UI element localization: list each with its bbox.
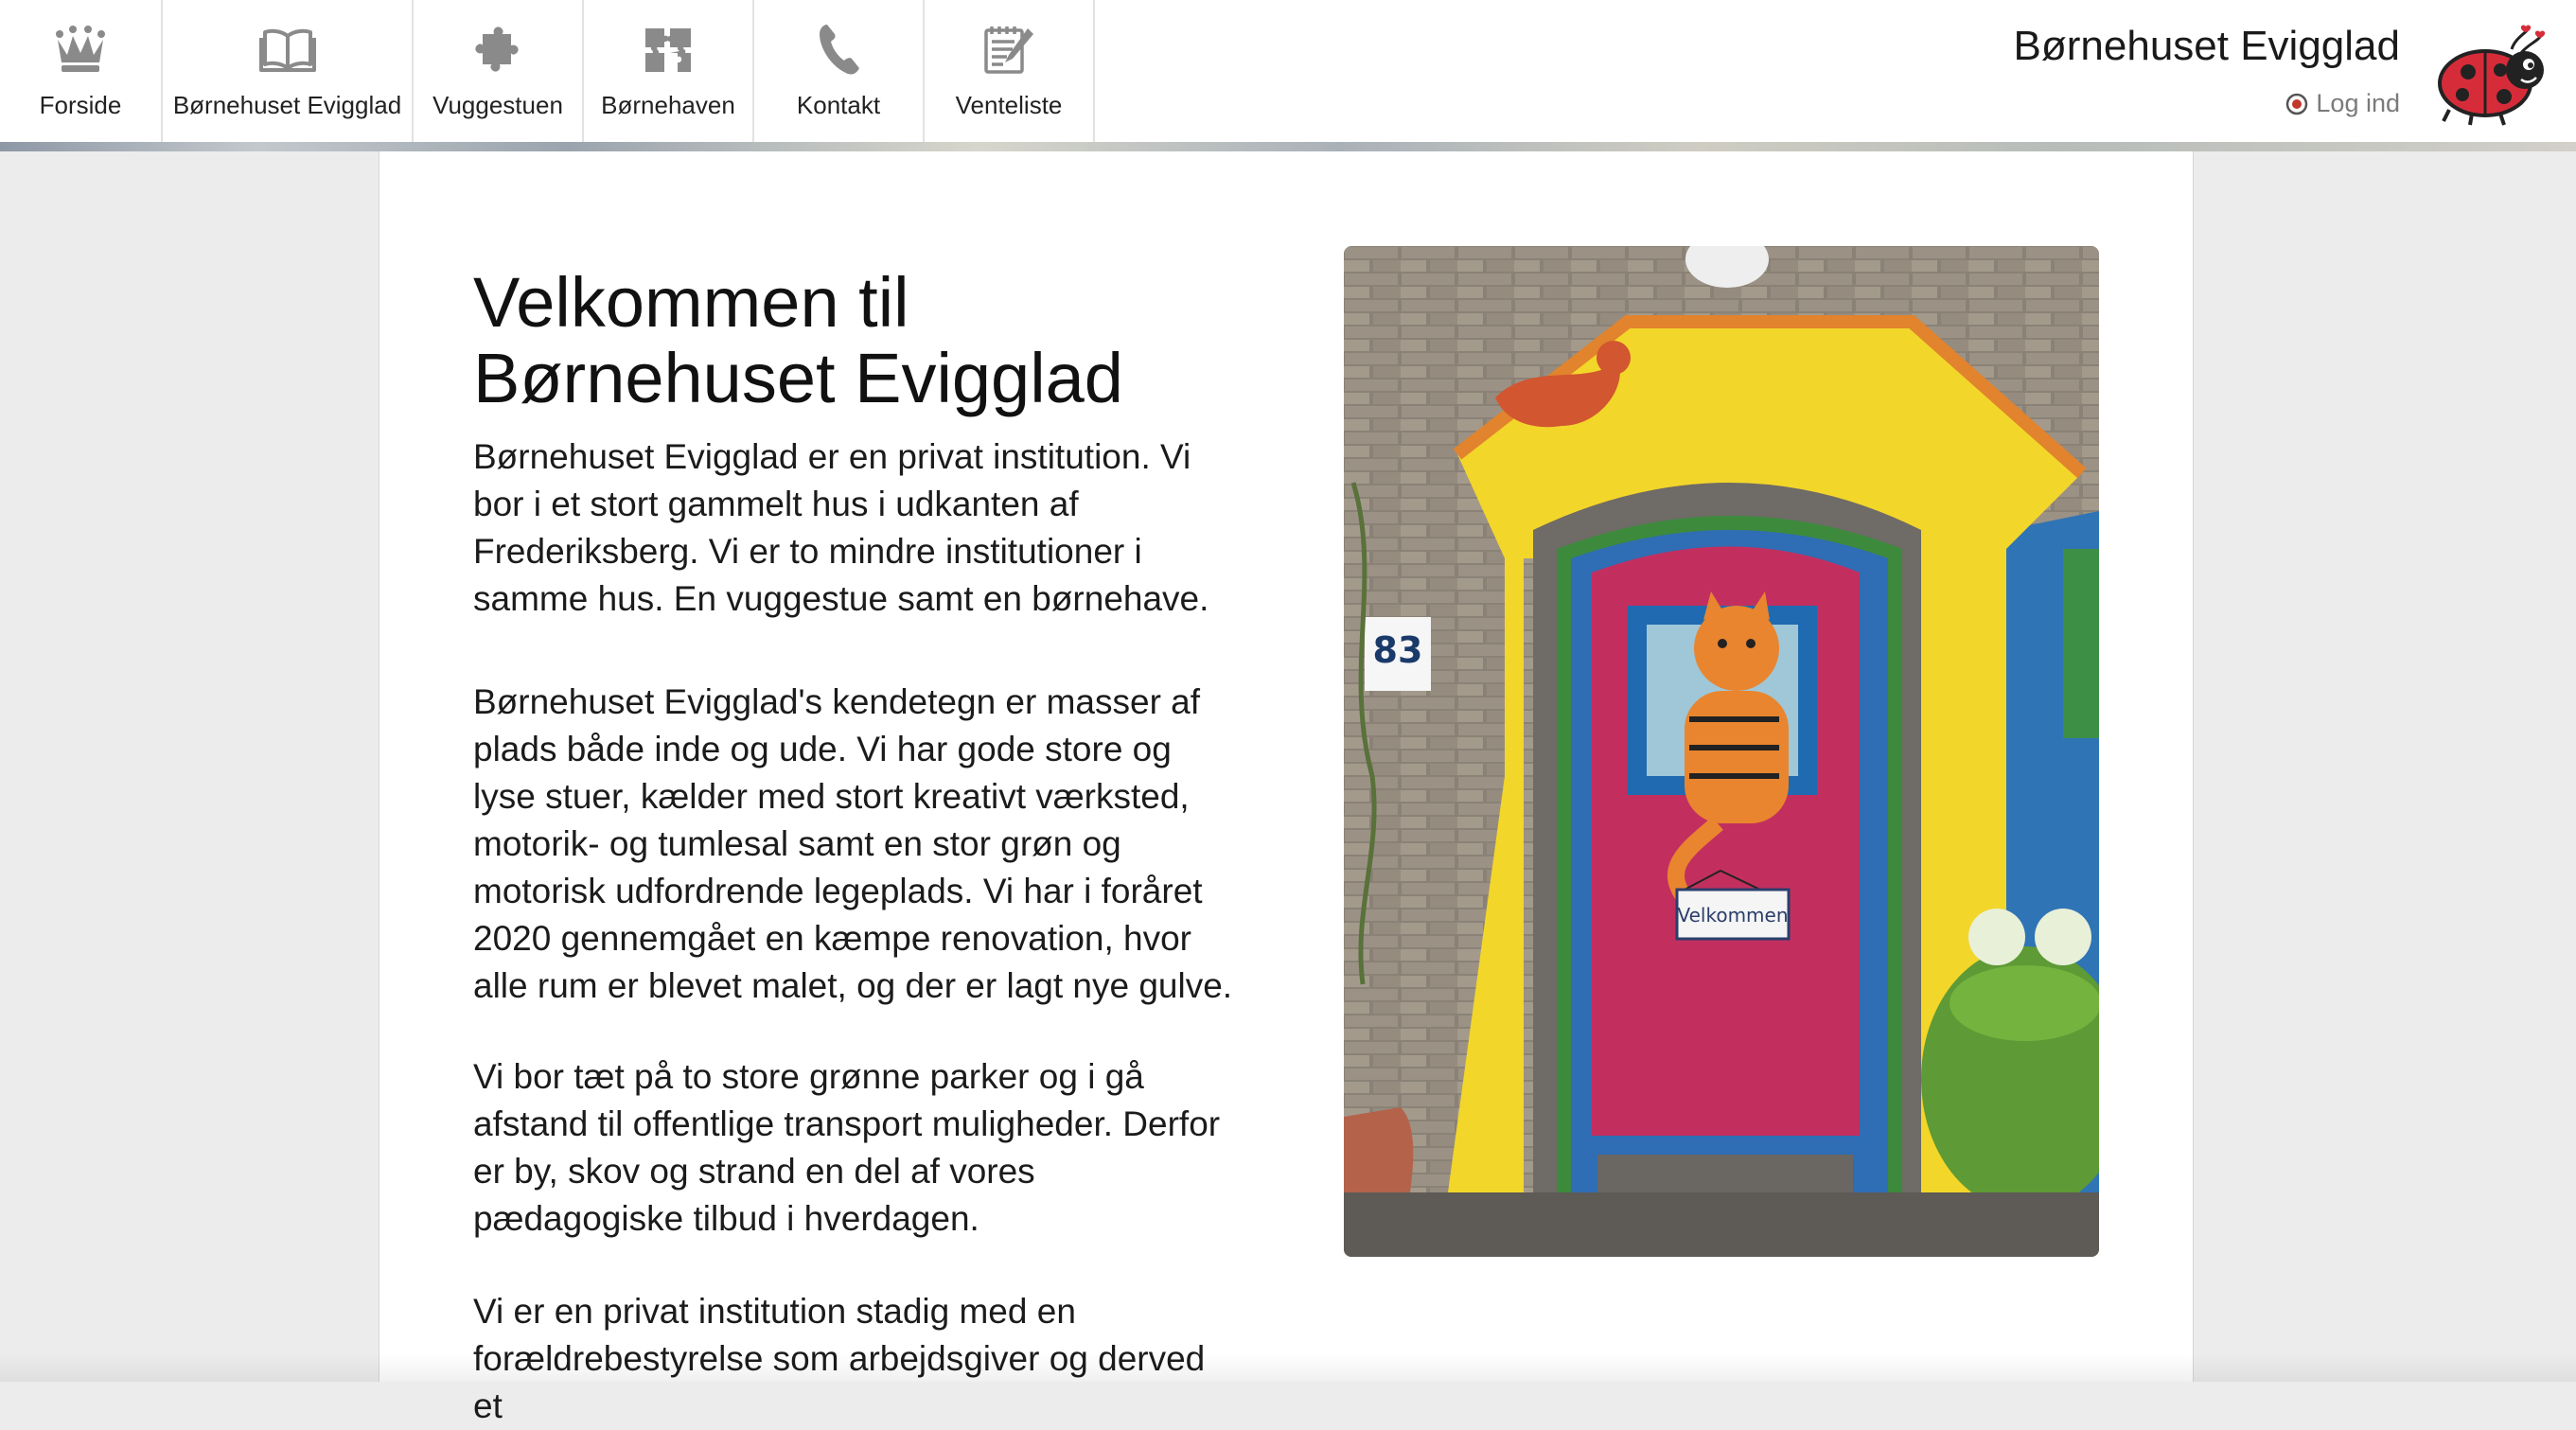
house-number: 83 (1373, 629, 1423, 671)
top-navigation-bar: Forside Børnehuset Evigglad Vuggestuen B… (0, 0, 2576, 142)
door-illustration: Velkommen 83 (1344, 246, 2099, 1257)
nav-item-vuggestuen[interactable]: Vuggestuen (414, 0, 584, 142)
velkommen-sign-text: Velkommen (1677, 904, 1788, 927)
puzzle-pieces-icon (645, 28, 691, 72)
login-link[interactable]: Log ind (2285, 89, 2400, 118)
main-nav: Forside Børnehuset Evigglad Vuggestuen B… (0, 0, 1095, 142)
nav-item-bornehuset-evigglad[interactable]: Børnehuset Evigglad (163, 0, 414, 142)
ladybug-logo[interactable] (2430, 25, 2555, 127)
record-icon (2286, 93, 2308, 115)
page-title: Velkommen til Børnehuset Evigglad (473, 263, 1123, 417)
puzzle-piece-icon (475, 26, 519, 72)
nav-item-forside[interactable]: Forside (0, 0, 163, 142)
header-image-strip (0, 142, 2576, 151)
login-label: Log ind (2316, 89, 2400, 117)
phone-icon (820, 25, 859, 75)
intro-paragraph: Børnehuset Evigglad er en privat institu… (473, 437, 1209, 618)
nav-label: Kontakt (796, 91, 881, 119)
features-paragraph: Børnehuset Evigglad's kendetegn er masse… (473, 682, 1233, 1005)
nav-label: Børnehaven (601, 91, 735, 119)
nav-label: Børnehuset Evigglad (172, 91, 402, 119)
institution-paragraph: Vi er en privat institution stadig med e… (473, 1292, 1206, 1425)
book-icon (258, 28, 316, 72)
nav-label: Venteliste (955, 91, 1063, 119)
nav-label: Vuggestuen (432, 91, 563, 119)
location-paragraph: Vi bor tæt på to store grønne parker og … (473, 1057, 1221, 1238)
nav-item-venteliste[interactable]: Venteliste (925, 0, 1095, 142)
notepad-icon (984, 26, 1033, 74)
site-title[interactable]: Børnehuset Evigglad (2014, 23, 2400, 70)
entrance-door-photo: Velkommen 83 (1344, 246, 2099, 1257)
nav-item-kontakt[interactable]: Kontakt (754, 0, 925, 142)
nav-label: Forside (39, 91, 122, 119)
nav-item-bornehaven[interactable]: Børnehaven (584, 0, 754, 142)
crown-icon (56, 26, 105, 72)
